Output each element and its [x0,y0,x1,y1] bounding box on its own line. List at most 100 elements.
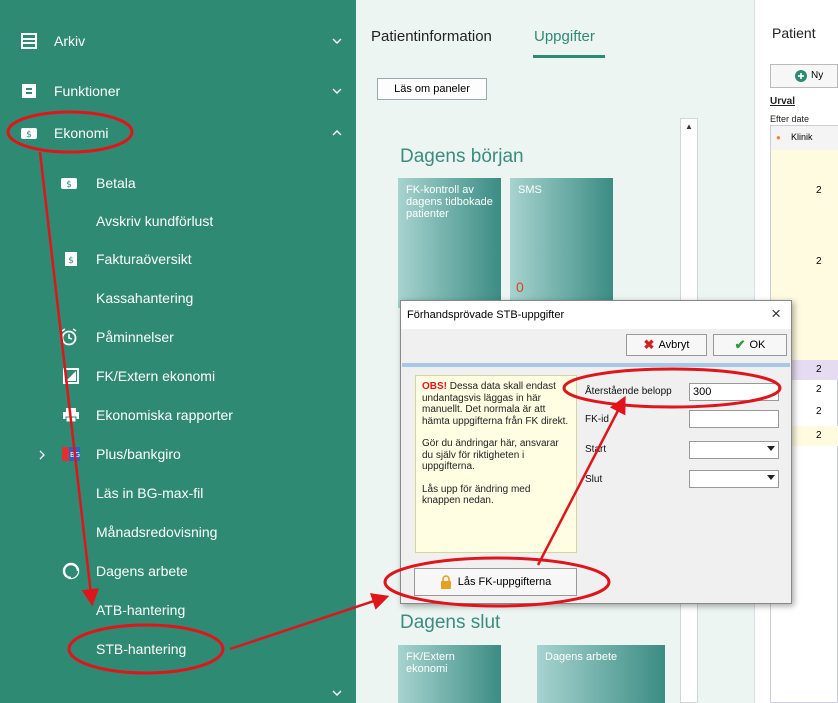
note-paragraph-1: OBS! Dessa data skall endast undantagsvi… [422,381,570,427]
sidebar-subitem-atb[interactable]: ATB-hantering [0,591,356,629]
fk-id-label: FK-id [585,414,609,425]
section-title-end: Dagens slut [400,612,501,633]
close-icon[interactable]: × [771,304,781,324]
sidebar-item-label: FK/Extern ekonomi [96,368,216,384]
tile-sms[interactable]: SMS 0 [510,178,613,308]
scroll-up-icon[interactable]: ▲ [681,119,697,135]
sidebar-subitem-plus-bankgiro[interactable]: BG Plus/bankgiro [0,435,356,473]
new-button-label: Ny [811,70,824,81]
chevron-up-icon[interactable] [332,128,342,138]
sidebar-item-label: Ekonomiska rapporter [96,407,233,423]
note-paragraph-3: Lås upp för ändring med knappen nedan. [422,483,531,507]
sidebar-item-label: ATB-hantering [96,602,186,618]
tile-fk-kontroll[interactable]: FK-kontroll av dagens tidbokade patiente… [398,178,501,308]
ok-button[interactable]: ✔ OK [713,334,787,356]
tile-fk-extern[interactable]: FK/Extern ekonomi [398,645,501,703]
sidebar-item-label: Fakturaöversikt [96,251,192,267]
money-icon: $ [20,124,38,142]
grid-cell: 2 [816,384,822,395]
active-tab-indicator [533,55,605,58]
start-label: Start [585,444,607,455]
dialog-titlebar: Förhandsprövade STB-uppgifter × [401,301,791,329]
efter-date-label: Efter date [770,114,810,124]
end-date-select[interactable] [689,470,779,488]
sidebar-subitem-kassahantering[interactable]: Kassahantering [0,279,356,317]
grid-header: ● Klinik [771,126,838,151]
checkmark-icon: ✔ [734,337,746,352]
svg-text:BG: BG [70,451,80,459]
sidebar-subitem-avskriv[interactable]: Avskriv kundförlust [0,202,356,240]
patient-panel-title: Patient [772,25,816,41]
grid-cell: 2 [816,364,822,375]
sidebar-item-label: STB-hantering [96,641,187,657]
sidebar-item-label: Kassahantering [96,290,194,306]
svg-text:$: $ [66,180,72,190]
svg-text:$: $ [26,130,32,140]
chevron-down-icon[interactable] [332,36,342,46]
chevron-down-icon [767,475,775,480]
note-paragraph-2: Gör du ändringar här, ansvarar du själv … [422,438,559,472]
tab-patientinformation[interactable]: Patientinformation [371,28,492,45]
alarm-clock-icon [60,328,78,346]
dialog-separator [402,363,790,367]
section-title-start: Dagens början [400,146,524,167]
chevron-down-icon[interactable] [332,688,342,698]
cancel-icon: ✖ [643,337,655,352]
sidebar-subitem-paminnelser[interactable]: Påminnelser [0,318,356,356]
sidebar-subitem-fk-extern[interactable]: FK/Extern ekonomi [0,357,356,395]
urval-label: Urval [770,96,796,107]
sidebar-item-label: Ekonomi [54,125,109,141]
tab-uppgifter[interactable]: Uppgifter [534,28,595,45]
chevron-down-icon [767,446,775,451]
sidebar-item-label: Påminnelser [96,329,174,345]
sidebar-subitem-dagens-arbete[interactable]: Dagens arbete [0,552,356,590]
grid-cell: 2 [816,406,822,417]
functions-icon [20,82,38,100]
lock-fk-button-label: Lås FK-uppgifterna [457,576,552,588]
sidebar-subitem-stb[interactable]: STB-hantering [0,630,356,668]
remaining-amount-input[interactable] [689,383,779,401]
tile-label: Dagens arbete [545,651,618,663]
svg-text:$: $ [68,256,74,266]
pie-chart-icon [62,562,80,580]
cancel-button[interactable]: ✖ Avbryt [626,334,707,356]
sidebar-subitem-bg-max[interactable]: Läs in BG-max-fil [0,474,356,512]
sidebar-subitem-fakturaoversikt[interactable]: $ Fakturaöversikt [0,240,356,278]
start-date-select[interactable] [689,441,779,459]
sidebar-item-label: Dagens arbete [96,563,188,579]
sidebar: Arkiv Funktioner $ Ekonomi $ Betala Avsk… [0,0,356,703]
end-label: Slut [585,474,603,485]
bankgiro-icon: BG [62,445,80,463]
cancel-button-label: Avbryt [658,339,690,351]
sidebar-item-label: Läs in BG-max-fil [96,485,204,501]
new-button[interactable]: Ny [770,64,838,88]
archive-icon [20,32,38,50]
grid-cell: 2 [816,256,822,267]
chevron-down-icon[interactable] [332,86,342,96]
reload-panels-button[interactable]: Läs om paneler [377,78,487,100]
sidebar-subitem-rapporter[interactable]: Ekonomiska rapporter [0,396,356,434]
ok-button-label: OK [749,339,766,351]
plus-circle-icon [795,70,807,82]
warning-note: OBS! Dessa data skall endast undantagsvi… [415,375,577,553]
sidebar-item-label: Plus/bankgiro [96,446,181,462]
sidebar-item-label: Månadsredovisning [96,524,218,540]
sidebar-item-arkiv[interactable]: Arkiv [0,22,356,60]
fk-id-input[interactable] [689,410,779,428]
tile-label: SMS [518,184,542,196]
tile-value: 0 [516,279,524,295]
sidebar-item-label: Funktioner [54,83,121,99]
printer-icon [62,406,80,424]
lock-fk-button[interactable]: Lås FK-uppgifterna [414,568,577,596]
sidebar-item-label: Arkiv [54,33,86,49]
chevron-right-icon[interactable] [38,450,46,460]
export-icon [62,367,80,385]
sidebar-subitem-betala[interactable]: $ Betala [0,164,356,202]
column-header-klinik[interactable]: Klinik [791,132,813,142]
sidebar-subitem-manadsredovisning[interactable]: Månadsredovisning [0,513,356,551]
remaining-amount-label: Återstående belopp [585,386,672,397]
sidebar-item-ekonomi[interactable]: $ Ekonomi [0,114,356,152]
sidebar-item-funktioner[interactable]: Funktioner [0,72,356,110]
tile-dagens-arbete[interactable]: Dagens arbete [537,645,665,703]
lock-icon [440,575,451,589]
